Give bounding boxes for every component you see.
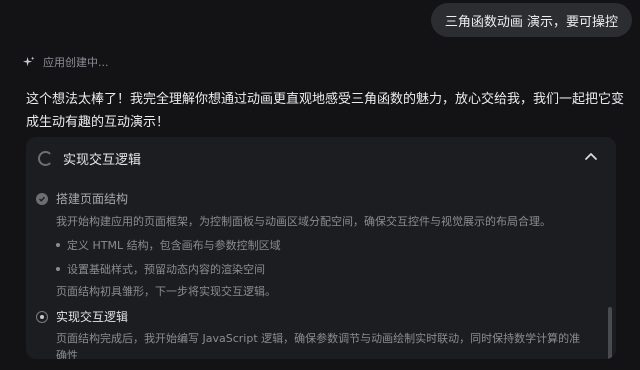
assistant-reply-line-1: 这个想法太棒了！我完全理解你想通过动画更直观地感受三角函数的魅力，放心交给我，我… — [26, 92, 625, 107]
step-item-layout: 搭建页面结构 — [36, 190, 128, 207]
sparkle-icon — [22, 55, 35, 66]
assistant-reply: 这个想法太棒了！我完全理解你想通过动画更直观地感受三角函数的魅力，放心交给我，我… — [26, 88, 626, 134]
assistant-reply-line-2: 成生动有趣的互动演示！ — [26, 115, 170, 130]
in-progress-dot-icon — [36, 310, 48, 323]
step-description: 我开始构建应用的页面框架，为控制面板与动画区域分配空间，确保交互控件与视觉展示的… — [56, 215, 551, 228]
step-bullet: 定义 HTML 结构，包含画布与参数控制区域 — [56, 237, 281, 253]
step-bullet: 设置基础样式，预留动态内容的渲染空间 — [56, 261, 265, 277]
step-footer-note: 页面结构初具雏形，下一步将实现交互逻辑。 — [56, 285, 276, 298]
task-card-body[interactable]: 搭建页面结构 我开始构建应用的页面框架，为控制面板与动画区域分配空间，确保交互控… — [26, 179, 616, 359]
scroll-fade — [26, 179, 616, 189]
step-description-line-1: 页面结构完成后，我开始编写 JavaScript 逻辑，确保参数调节与动画绘制实… — [56, 332, 581, 345]
task-progress-card: 实现交互逻辑 搭建页面结构 我开始构建应用的页面框架，为控制面板与动画区域分配空… — [26, 137, 616, 359]
bullet-dot-icon — [56, 243, 60, 247]
loading-spinner-icon — [38, 150, 53, 166]
step-label: 搭建页面结构 — [56, 192, 129, 206]
app-status-row: 应用创建中... — [22, 54, 109, 70]
step-description: 页面结构完成后，我开始编写 JavaScript 逻辑，确保参数调节与动画绘制实… — [56, 330, 596, 359]
bullet-dot-icon — [56, 267, 60, 271]
check-icon — [36, 192, 48, 205]
user-message-text: 三角函数动画 演示，要可操控 — [444, 14, 618, 30]
chevron-up-icon[interactable] — [584, 151, 598, 161]
task-card-title: 实现交互逻辑 — [63, 152, 142, 168]
step-bullet-text: 定义 HTML 结构，包含画布与参数控制区域 — [67, 239, 281, 252]
user-message-bubble: 三角函数动画 演示，要可操控 — [430, 3, 632, 37]
chat-page: 三角函数动画 演示，要可操控 应用创建中... 这个想法太棒了！我完全理解你想通… — [0, 0, 640, 370]
step-item-interaction: 实现交互逻辑 — [36, 308, 128, 325]
step-label: 实现交互逻辑 — [56, 310, 129, 324]
scrollbar-thumb[interactable] — [608, 307, 612, 359]
step-bullet-text: 设置基础样式，预留动态内容的渲染空间 — [67, 263, 265, 276]
task-card-header[interactable]: 实现交互逻辑 — [26, 137, 616, 179]
app-status-text: 应用创建中... — [43, 56, 109, 69]
step-description-line-2: 确性 — [56, 349, 78, 359]
